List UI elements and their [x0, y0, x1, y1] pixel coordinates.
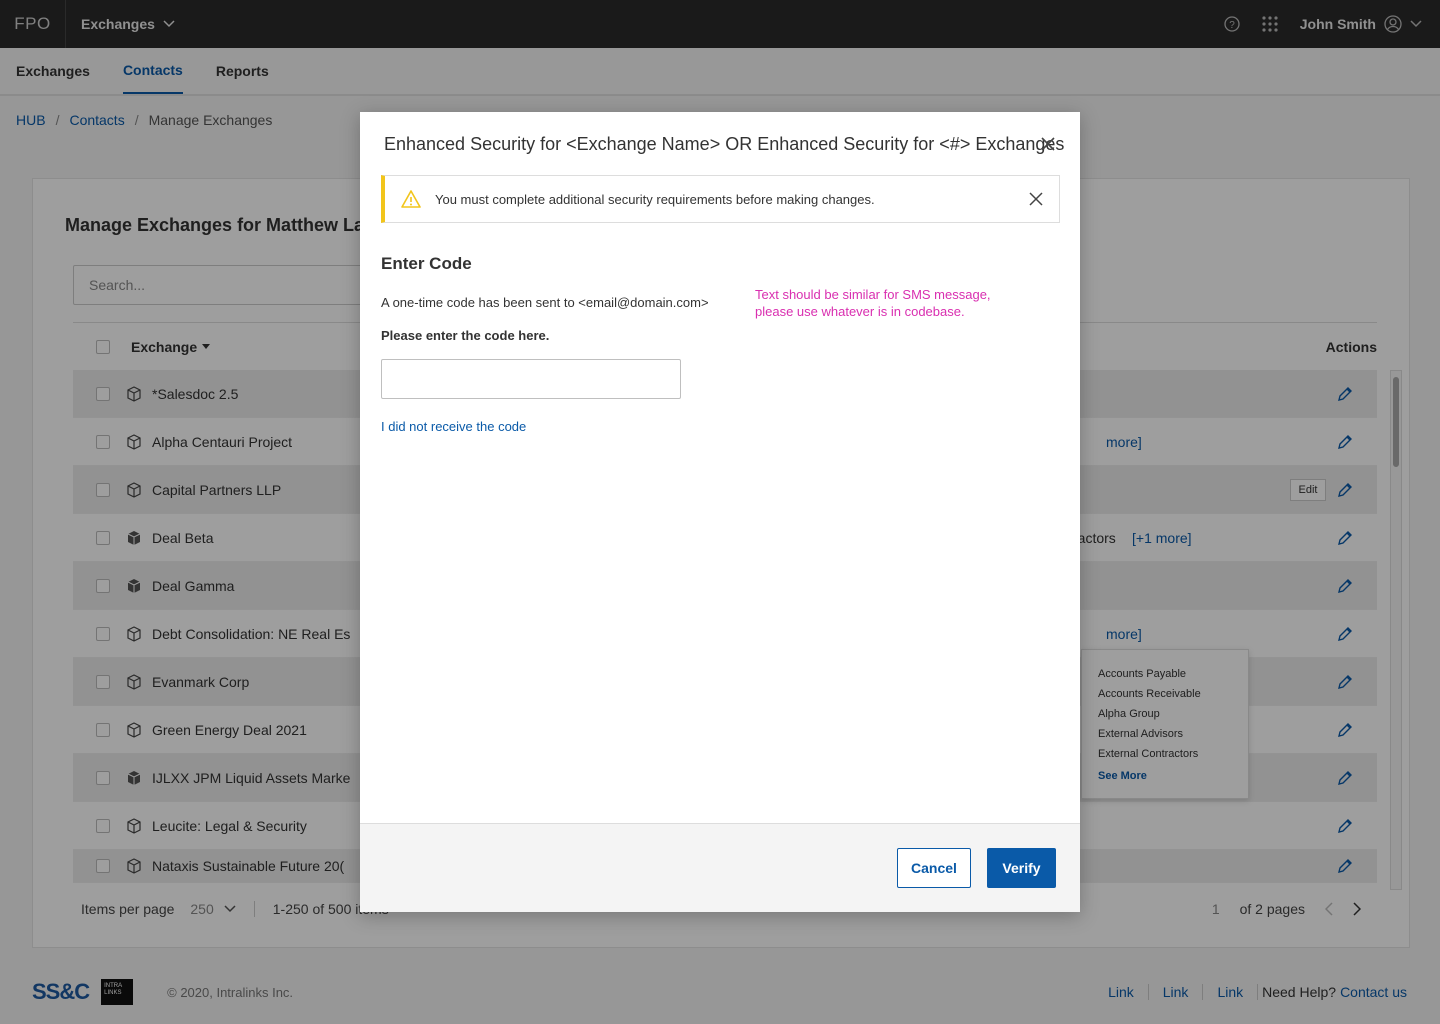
resend-code-link[interactable]: I did not receive the code — [381, 419, 526, 434]
verify-button[interactable]: Verify — [987, 848, 1056, 888]
alert-message: You must complete additional security re… — [435, 191, 875, 207]
close-icon[interactable] — [1040, 136, 1056, 152]
warning-icon — [401, 190, 421, 208]
code-sent-description: A one-time code has been sent to <email@… — [381, 295, 709, 310]
modal-title: Enhanced Security for <Exchange Name> OR… — [384, 134, 1065, 154]
enhanced-security-modal: Enhanced Security for <Exchange Name> OR… — [360, 112, 1080, 912]
close-icon[interactable] — [1029, 192, 1043, 206]
cancel-button[interactable]: Cancel — [897, 848, 971, 888]
modal-footer: Cancel Verify — [360, 823, 1080, 912]
design-note: Text should be similar for SMS message, … — [755, 287, 991, 319]
code-input[interactable] — [381, 359, 681, 399]
enter-code-heading: Enter Code — [381, 254, 472, 273]
code-input-label: Please enter the code here. — [381, 328, 550, 343]
security-alert: You must complete additional security re… — [381, 175, 1060, 223]
